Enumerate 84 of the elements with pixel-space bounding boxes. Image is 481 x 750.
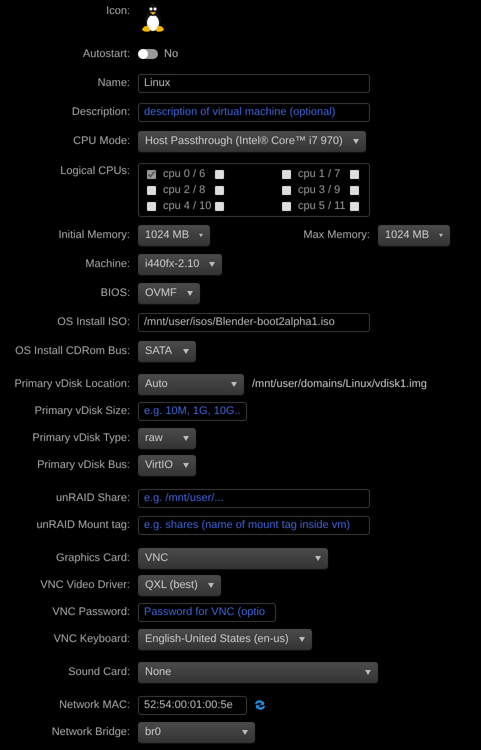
field-label: VNC Password: <box>51 606 130 618</box>
checkbox[interactable] <box>215 170 224 178</box>
field-label: Machine: <box>84 258 130 270</box>
checkbox[interactable] <box>282 170 291 178</box>
check-icon <box>147 170 156 178</box>
input-field[interactable]: Linux <box>138 74 370 92</box>
checkbox[interactable] <box>282 186 291 194</box>
input-field[interactable]: e.g. /mnt/user/... <box>138 488 370 508</box>
input-field[interactable]: /mnt/user/isos/Blender-boot2alpha1.iso <box>138 312 370 332</box>
dropdown[interactable]: VirtIO <box>138 454 196 476</box>
checkbox[interactable] <box>215 186 224 194</box>
cpu-label: cpu 2 / 8 <box>163 184 206 196</box>
field-label: Autostart: <box>82 48 130 60</box>
file-path: /mnt/user/domains/Linux/vdisk1.img <box>252 378 427 390</box>
dropdown[interactable]: QXL (best) <box>138 574 221 596</box>
input-field[interactable]: 52:54:00:01:00:5e <box>138 696 247 714</box>
field-label: Graphics Card: <box>55 552 130 564</box>
caret-icon <box>231 382 237 386</box>
field-label: unRAID Mount tag: <box>35 519 130 531</box>
input-field[interactable]: e.g. shares (name of mount tag inside vm) <box>138 516 370 534</box>
caret-icon <box>183 348 189 354</box>
dropdown[interactable]: Auto <box>138 374 244 394</box>
field-label: Name: <box>96 77 130 89</box>
dropdown[interactable]: 1024 MB <box>138 224 210 246</box>
field-label: VNC Video Driver: <box>39 579 130 591</box>
toggle-switch[interactable] <box>138 49 158 59</box>
caret-icon <box>209 262 216 266</box>
field-label: Network Bridge: <box>50 726 130 738</box>
cpu-label: cpu 5 / 11 <box>298 200 346 212</box>
input-field[interactable]: e.g. 10M, 1G, 10G... <box>138 402 247 420</box>
toggle-label: No <box>164 48 178 60</box>
field-label: OS Install ISO: <box>56 316 130 328</box>
caret-icon <box>199 232 203 238</box>
field-label: OS Install CDRom Bus: <box>14 345 130 357</box>
dropdown[interactable]: SATA <box>138 340 196 362</box>
checkbox[interactable] <box>147 202 156 210</box>
dropdown[interactable]: 1024 MB <box>378 224 450 246</box>
field-label: Primary vDisk Type: <box>31 432 130 444</box>
input-field[interactable]: description of virtual machine (optional) <box>138 102 370 122</box>
field-label: Max Memory: <box>302 229 370 241</box>
dropdown[interactable]: None <box>138 662 378 682</box>
field-label: Primary vDisk Size: <box>34 405 130 417</box>
dropdown[interactable]: English-United States (en-us) <box>138 628 312 650</box>
dropdown[interactable]: VNC <box>138 548 328 568</box>
field-label: VNC Keyboard: <box>52 633 130 645</box>
caret-icon <box>242 730 248 734</box>
caret-icon <box>365 670 371 674</box>
field-label: BIOS: <box>100 287 130 299</box>
checkbox[interactable] <box>350 202 359 210</box>
cpu-label: cpu 3 / 9 <box>298 184 342 196</box>
input-field[interactable]: Password for VNC (optio <box>138 602 276 622</box>
dropdown[interactable]: Host Passthrough (Intel® Core™ i7 970) <box>138 130 366 152</box>
cpu-label: cpu 1 / 7 <box>298 168 342 180</box>
field-label: Primary vDisk Bus: <box>36 459 130 471</box>
cpu-label: cpu 0 / 6 <box>163 168 206 180</box>
field-label: Initial Memory: <box>57 229 130 241</box>
checkbox[interactable] <box>147 170 156 178</box>
cpu-label: cpu 4 / 10 <box>163 200 212 212</box>
caret-icon <box>186 290 193 296</box>
checkbox[interactable] <box>350 186 359 194</box>
caret-icon <box>352 138 359 144</box>
checkbox[interactable] <box>215 202 224 210</box>
caret-icon <box>183 436 189 440</box>
caret-icon <box>298 636 305 642</box>
dropdown[interactable]: i440fx-2.10 <box>138 254 222 274</box>
field-label: Sound Card: <box>67 666 130 678</box>
field-label: Primary vDisk Location: <box>13 378 130 390</box>
dropdown[interactable]: raw <box>138 428 196 448</box>
checkbox[interactable] <box>147 186 156 194</box>
field-label: unRAID Share: <box>55 492 130 504</box>
field-label: Icon: <box>105 5 130 17</box>
checkbox[interactable] <box>350 170 359 178</box>
field-label: CPU Mode: <box>72 135 130 147</box>
field-label: Network MAC: <box>58 699 130 711</box>
caret-icon <box>315 556 321 560</box>
field-label: Logical CPUs: <box>59 165 130 177</box>
field-label: Description: <box>70 106 130 118</box>
refresh-icon[interactable] <box>253 698 267 712</box>
dropdown[interactable]: OVMF <box>138 282 200 304</box>
caret-icon <box>439 232 443 238</box>
checkbox[interactable] <box>282 202 291 210</box>
caret-icon <box>183 462 189 468</box>
dropdown[interactable]: br0 <box>138 722 255 742</box>
caret-icon <box>208 582 214 588</box>
